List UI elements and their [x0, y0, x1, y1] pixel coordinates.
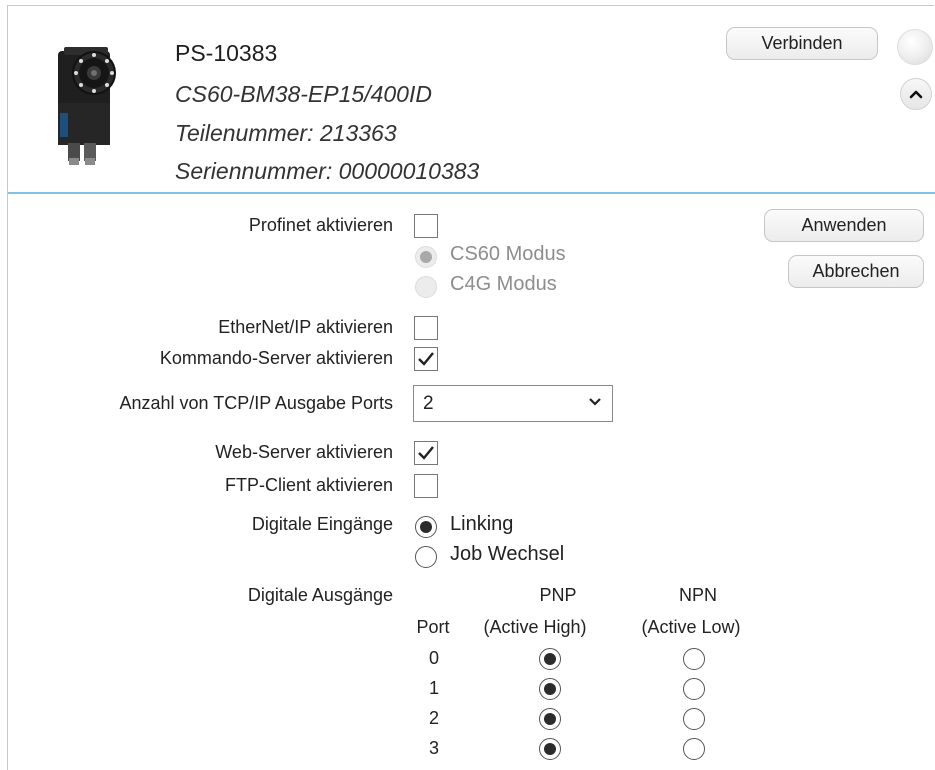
tcp-ports-label: Anzahl von TCP/IP Ausgabe Ports: [119, 393, 394, 413]
cs60-mode-label: CS60 Modus: [450, 243, 566, 265]
port-1-pnp-radio[interactable]: [539, 678, 561, 700]
command-server-checkbox[interactable]: [414, 347, 438, 371]
port-number: 2: [428, 708, 439, 728]
port-2-npn-radio[interactable]: [683, 708, 705, 730]
c4g-mode-label: C4G Modus: [450, 273, 557, 295]
digital-outputs-label: Digitale Ausgänge: [247, 585, 393, 605]
port-3-pnp-radio[interactable]: [539, 738, 561, 760]
pnp-subheader: (Active High): [483, 617, 587, 637]
tcp-ports-value: 2: [423, 392, 434, 414]
ftp-client-checkbox[interactable]: [414, 474, 438, 498]
command-server-label: Kommando-Server aktivieren: [159, 348, 393, 368]
ethernet-ip-checkbox[interactable]: [414, 316, 438, 340]
device-title: PS-10383: [175, 40, 278, 66]
npn-header: NPN: [678, 585, 717, 605]
ethernet-ip-label: EtherNet/IP aktivieren: [218, 317, 393, 337]
port-number: 1: [428, 678, 439, 698]
profinet-checkbox[interactable]: [414, 214, 438, 238]
port-2-pnp-radio[interactable]: [539, 708, 561, 730]
header-divider: [8, 192, 935, 194]
web-server-label: Web-Server aktivieren: [215, 442, 393, 462]
job-change-label: Job Wechsel: [450, 543, 565, 565]
job-change-radio[interactable]: [415, 546, 437, 568]
checkmark-icon: [418, 446, 434, 460]
ftp-client-label: FTP-Client aktivieren: [224, 475, 393, 495]
apply-button[interactable]: Anwenden: [764, 209, 924, 242]
linking-radio[interactable]: [415, 516, 437, 538]
port-header: Port: [416, 617, 450, 637]
device-part-number: Teilenummer: 213363: [175, 120, 397, 146]
tcp-ports-select[interactable]: 2: [413, 385, 613, 422]
profinet-label: Profinet aktivieren: [248, 215, 393, 235]
device-model: CS60-BM38-EP15/400ID: [175, 81, 432, 107]
port-1-npn-radio[interactable]: [683, 678, 705, 700]
cancel-button[interactable]: Abbrechen: [788, 255, 924, 288]
chevron-up-icon: [909, 90, 923, 99]
checkmark-icon: [418, 352, 434, 366]
port-0-pnp-radio[interactable]: [539, 648, 561, 670]
port-number: 0: [428, 648, 439, 668]
collapse-button[interactable]: [900, 78, 932, 110]
camera-device-image: [58, 47, 116, 165]
linking-label: Linking: [450, 513, 514, 535]
web-server-checkbox[interactable]: [414, 441, 438, 465]
port-0-npn-radio[interactable]: [683, 648, 705, 670]
c4g-mode-radio[interactable]: [415, 276, 437, 298]
cs60-mode-radio[interactable]: [415, 246, 437, 268]
device-panel: PS-10383 CS60-BM38-EP15/400ID Teilenumme…: [7, 5, 935, 770]
pnp-header: PNP: [539, 585, 577, 605]
chevron-down-icon: [589, 398, 601, 406]
device-serial-number: Seriennummer: 00000010383: [175, 158, 480, 184]
connect-button[interactable]: Verbinden: [726, 27, 878, 60]
connection-status-light: [897, 29, 933, 65]
port-number: 3: [428, 738, 439, 758]
port-3-npn-radio[interactable]: [683, 738, 705, 760]
digital-inputs-label: Digitale Eingänge: [251, 514, 393, 534]
npn-subheader: (Active Low): [641, 617, 741, 637]
